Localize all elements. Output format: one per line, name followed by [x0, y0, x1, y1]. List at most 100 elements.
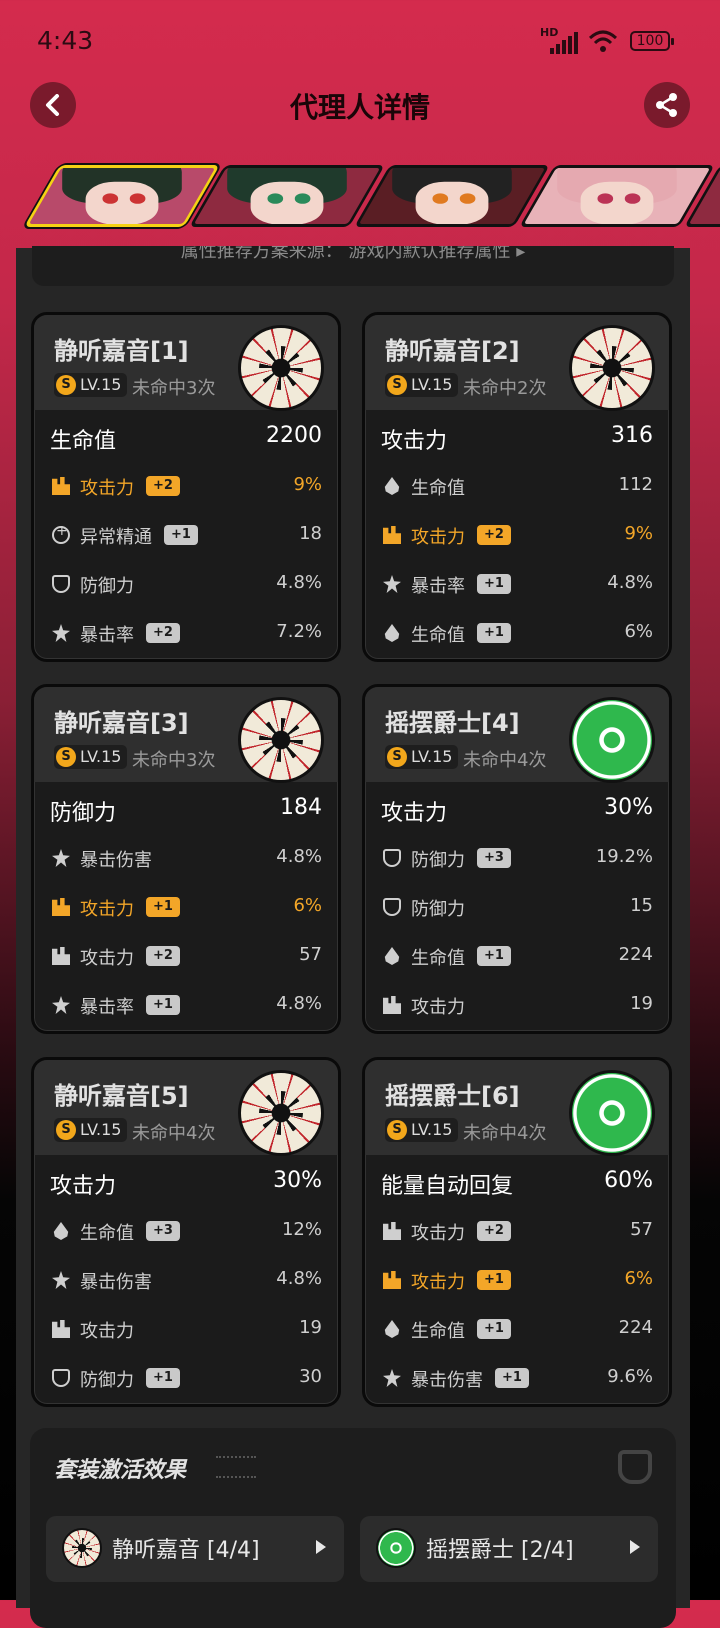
sub-stat: 防御力 15	[381, 894, 653, 922]
rank-s-icon: S	[387, 747, 407, 767]
disc-card[interactable]: 摇摆爵士[4] S LV.15 未命中4次 攻击力 30% 防御力 +3 19.2% 防御力 15 生…	[362, 684, 672, 1034]
agent-avatar-1[interactable]	[24, 165, 220, 227]
upgrade-badge: +1	[477, 623, 511, 643]
disc-card[interactable]: 摇摆爵士[6] S LV.15 未命中4次 能量自动回复 60% 攻击力 +2 57 攻击力 +1 6…	[362, 1057, 672, 1407]
rank-s-icon: S	[56, 747, 76, 767]
agent-portrait	[24, 165, 220, 227]
main-stat-value: 30%	[604, 795, 653, 820]
main-stat-value: 30%	[273, 1168, 322, 1193]
main-stat-label: 生命值	[50, 429, 117, 454]
set-item-0[interactable]: 静听嘉音 [4/4]	[46, 1516, 344, 1582]
sub-stat-value: 6%	[293, 895, 322, 916]
sub-stat-value: 18	[299, 523, 322, 544]
sub-stat: 防御力 4.8%	[50, 571, 322, 599]
main-stat-value: 60%	[604, 1168, 653, 1193]
sub-stat-value: 19.2%	[595, 846, 653, 867]
miss-count: 未命中3次	[132, 378, 216, 399]
sub-stat-value: 15	[630, 895, 653, 916]
sub-stat: 异常精通 +1 18	[50, 522, 322, 550]
sub-stat: 攻击力 +2 57	[381, 1218, 653, 1246]
sub-stat-value: 30	[299, 1366, 322, 1387]
drive-disc-icon	[569, 697, 655, 783]
main-stat: 生命值 2200	[50, 423, 322, 454]
sub-stat-label: 生命值	[411, 1321, 465, 1342]
sub-stat-value: 19	[630, 993, 653, 1014]
drive-disc-icon	[569, 325, 655, 411]
upgrade-badge: +1	[477, 946, 511, 966]
upgrade-badge: +1	[146, 1368, 180, 1388]
disc-card[interactable]: 静听嘉音[1]SLV.15未命中3次生命值2200攻击力+29%异常精通+118…	[31, 312, 341, 662]
status-bar: 4:43 HD 100	[0, 0, 720, 80]
main-stat: 攻击力 30%	[381, 795, 653, 826]
attack-icon	[383, 526, 401, 544]
sub-stat-label: 生命值	[80, 1223, 134, 1244]
sub-stat-value: 19	[299, 1317, 322, 1338]
sub-stat: 生命值 +1 224	[381, 943, 653, 971]
drive-disc-icon	[238, 1070, 324, 1156]
sub-stat-value: 6%	[624, 1268, 653, 1289]
disc-card[interactable]: 静听嘉音[5] S LV.15 未命中4次 攻击力 30% 生命值 +3 12% 暴击伤害 4.8%…	[31, 1057, 341, 1407]
sub-stat-label: 防御力	[80, 576, 134, 597]
agent-selector	[22, 165, 720, 231]
status-icons: HD 100	[540, 26, 674, 54]
sub-stat-label: 攻击力	[80, 899, 134, 920]
disc-card[interactable]: 静听嘉音[2] S LV.15 未命中2次 攻击力 316 生命值 112 攻击力 +2 9% 暴击率…	[362, 312, 672, 662]
level-badge: S LV.15	[385, 745, 459, 769]
card-header: 静听嘉音[3] S LV.15 未命中3次	[34, 687, 338, 783]
set-item-1[interactable]: 摇摆爵士 [2/4]	[360, 1516, 658, 1582]
hp-icon	[384, 1320, 400, 1338]
main-stat-label: 攻击力	[381, 429, 448, 454]
disc-set-icon	[62, 1528, 102, 1568]
rank-s-icon: S	[387, 375, 407, 395]
sub-stat-label: 攻击力	[80, 948, 134, 969]
agent-avatar-4[interactable]	[519, 165, 715, 227]
sub-stat-value: 9%	[624, 523, 653, 544]
card-header: 摇摆爵士[4] S LV.15 未命中4次	[365, 687, 669, 783]
sub-stat-label: 防御力	[411, 899, 465, 920]
sub-stat: 生命值 +1 6%	[381, 620, 653, 648]
upgrade-badge: +1	[146, 995, 180, 1015]
recommend-source-banner[interactable]: 属性推荐方案来源： 游戏内默认推荐属性 ▸	[32, 246, 674, 286]
level-text: LV.15	[80, 747, 122, 766]
miss-count: 未命中3次	[132, 750, 216, 771]
card-header: 静听嘉音[5] S LV.15 未命中4次	[34, 1060, 338, 1156]
sub-stat-value: 224	[618, 1317, 653, 1338]
miss-count: 未命中4次	[132, 1123, 216, 1144]
set-item-label: 摇摆爵士 [2/4]	[426, 1538, 574, 1563]
miss-count: 未命中2次	[463, 378, 547, 399]
sub-stat-value: 112	[618, 474, 653, 495]
agent-avatar-3[interactable]	[354, 165, 550, 227]
disc-card[interactable]: 静听嘉音[3] S LV.15 未命中3次 防御力 184 暴击伤害 4.8% 攻击力 +1 6% 攻…	[31, 684, 341, 1034]
sub-stat: 攻击力 +1 6%	[50, 894, 322, 922]
attack-icon	[383, 996, 401, 1014]
level-text: LV.15	[411, 1120, 453, 1139]
sub-stat-label: 异常精通	[80, 527, 152, 548]
upgrade-badge: +1	[477, 1270, 511, 1290]
crit-icon	[383, 575, 401, 593]
miss-count: 未命中4次	[463, 1123, 547, 1144]
agent-avatar-2[interactable]	[189, 165, 385, 227]
sub-stat-label: 生命值	[411, 948, 465, 969]
share-icon	[656, 93, 677, 117]
sub-stat-value: 57	[299, 944, 322, 965]
set-effect-section: 套装激活效果 静听嘉音 [4/4] 摇摆爵士 [2/4]	[30, 1428, 676, 1628]
sub-stat-label: 攻击力	[411, 997, 465, 1018]
sub-stat-label: 防御力	[411, 850, 465, 871]
crit-icon	[383, 1369, 401, 1387]
share-button[interactable]	[644, 82, 690, 128]
main-stat-label: 防御力	[50, 801, 117, 826]
sub-stat-value: 4.8%	[276, 1268, 322, 1289]
crit-icon	[52, 624, 70, 642]
disc-name: 静听嘉音[2]	[385, 337, 520, 365]
title-decoration	[216, 1456, 256, 1478]
level-text: LV.15	[80, 375, 122, 394]
set-effect-title: 套装激活效果	[54, 1458, 187, 1483]
rank-s-icon: S	[56, 375, 76, 395]
sub-stat: 攻击力 19	[50, 1316, 322, 1344]
sub-stat-value: 9%	[293, 474, 322, 495]
main-stat-value: 316	[611, 423, 653, 448]
sub-stat-value: 12%	[281, 1219, 322, 1240]
level-text: LV.15	[411, 375, 453, 394]
sub-stat-value: 224	[618, 944, 653, 965]
sub-stat: 暴击率 +1 4.8%	[50, 992, 322, 1020]
